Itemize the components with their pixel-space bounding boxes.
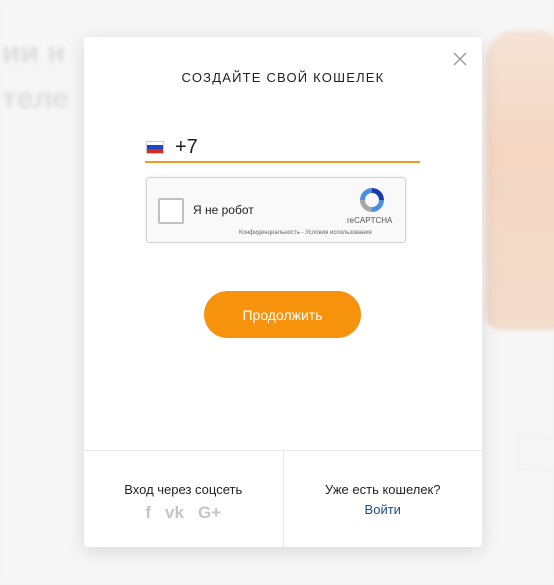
recaptcha-checkbox[interactable] [158,198,184,224]
background-icon [517,436,554,470]
social-login-section: Вход через соцсеть f vk G+ [84,451,283,547]
recaptcha-label: Я не робот [193,203,254,217]
background-heading-line2: теле [2,82,69,115]
background-heading-line1: ии н [2,36,66,69]
social-login-label: Вход через соцсеть [124,482,243,497]
recaptcha-links[interactable]: Конфиденциальность - Условия использован… [239,230,372,236]
recaptcha-logo-icon [360,188,384,212]
phone-field [145,133,420,163]
modal-footer: Вход через соцсеть f vk G+ Уже есть коше… [84,450,482,547]
login-link[interactable]: Войти [284,502,483,517]
phone-input[interactable] [175,135,395,159]
google-plus-icon[interactable]: G+ [198,503,221,523]
vk-icon[interactable]: vk [165,503,184,523]
continue-button[interactable]: Продолжить [204,291,361,338]
have-wallet-label: Уже есть кошелек? [325,482,441,497]
social-icons: f vk G+ [84,503,283,523]
create-wallet-modal: СОЗДАЙТЕ СВОЙ КОШЕЛЕК Я не робот reCAPTC… [84,37,482,547]
close-icon[interactable] [452,51,468,67]
recaptcha-widget: Я не робот reCAPTCHA Конфиденциальность … [146,177,406,243]
recaptcha-brand: reCAPTCHA [347,216,393,225]
background-product-image [486,30,554,330]
existing-wallet-section: Уже есть кошелек? Войти [282,451,483,547]
russia-flag-icon[interactable] [146,140,164,154]
facebook-icon[interactable]: f [145,503,151,523]
modal-title: СОЗДАЙТЕ СВОЙ КОШЕЛЕК [181,70,385,85]
